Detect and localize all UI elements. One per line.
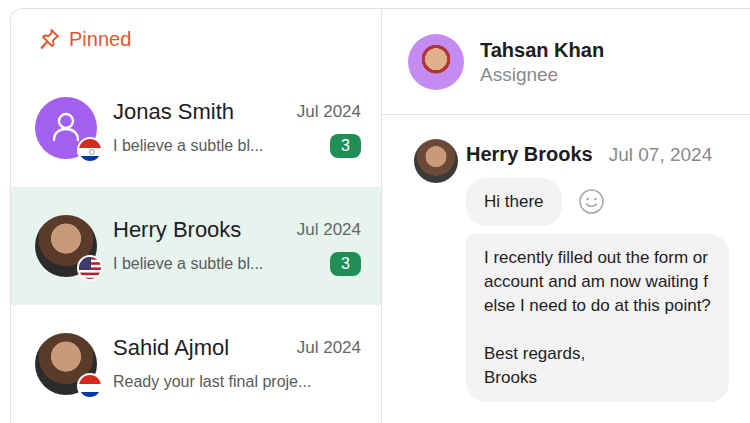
flag-icon — [77, 137, 103, 163]
message-preview: Ready your last final proje... — [113, 370, 311, 394]
message-line: Brooks — [484, 366, 711, 390]
conversation-date: Jul 2024 — [297, 217, 361, 243]
conversation-bottom: I believe a subtle bl... 3 — [113, 252, 361, 276]
unread-badge: 3 — [330, 252, 361, 276]
message-line: Hi there — [484, 189, 544, 215]
flag-icon — [77, 373, 103, 399]
chat-panel: Tahsan KhanAssignee Herry Brooks Jul 07, 2… — [382, 8, 750, 423]
conversation-text: Herry Brooks Jul 2024 I believe a subtle b… — [113, 216, 361, 276]
message-header: Herry Brooks Jul 07, 2024 — [466, 139, 729, 170]
message-preview: I believe a subtle bl... — [113, 134, 263, 158]
conversation-date: Jul 2024 — [297, 335, 361, 361]
author-name: Herry Brooks — [466, 139, 593, 169]
message-line: account and am now waiting f — [484, 270, 711, 294]
message-preview: I believe a subtle bl... — [113, 252, 263, 276]
conversation-list: Pinned Jonas Smith Jul 2024 I believe a sub… — [10, 8, 382, 423]
message-bubble: I recently filled out the form oraccount… — [466, 234, 729, 402]
contact-name: Sahid Ajmol — [113, 334, 229, 362]
contact-name: Herry Brooks — [113, 216, 241, 244]
message-line — [484, 318, 711, 342]
emoji-icon[interactable] — [578, 188, 605, 215]
message-line: Best regards, — [484, 342, 711, 366]
conversation-top: Sahid Ajmol Jul 2024 — [113, 334, 361, 362]
assignee-header: Tahsan KhanAssignee — [382, 9, 750, 115]
message-line: I recently filled out the form or — [484, 246, 711, 270]
bubble-row: I recently filled out the form oraccount… — [466, 234, 729, 402]
message-line: else I need to do at this point? — [484, 294, 711, 318]
conversation-bottom: Ready your last final proje... — [113, 370, 361, 394]
avatar — [35, 333, 97, 395]
assignee-role: Assignee — [480, 63, 604, 87]
avatar — [35, 215, 97, 277]
conversation-bottom: I believe a subtle bl... 3 — [113, 134, 361, 158]
conversation-item[interactable]: Herry Brooks Jul 2024 I believe a subtle b… — [11, 187, 381, 305]
conversation-date: Jul 2024 — [297, 99, 361, 125]
conversation-top: Jonas Smith Jul 2024 — [113, 98, 361, 126]
pinned-label: Pinned — [69, 24, 131, 54]
contact-name: Jonas Smith — [113, 98, 234, 126]
unread-badge: 3 — [330, 134, 361, 158]
pinned-header: Pinned — [11, 9, 381, 69]
message-area: Herry Brooks Jul 07, 2024 Hi there I recent… — [382, 115, 750, 402]
conversation-text: Jonas Smith Jul 2024 I believe a subtle bl… — [113, 98, 361, 158]
conversation-item[interactable]: Jonas Smith Jul 2024 I believe a subtle bl… — [11, 69, 381, 187]
conversation-text: Sahid Ajmol Jul 2024 Ready your last final… — [113, 334, 361, 394]
author-avatar — [414, 139, 458, 183]
assignee-avatar — [408, 34, 464, 90]
bubble-row: Hi there — [466, 178, 729, 226]
message-date: Jul 07, 2024 — [609, 141, 713, 170]
pin-icon — [37, 27, 61, 51]
message: Herry Brooks Jul 07, 2024 Hi there I recent… — [414, 139, 750, 402]
conversation-item[interactable]: Sahid Ajmol Jul 2024 Ready your last final… — [11, 305, 381, 423]
conversation-top: Herry Brooks Jul 2024 — [113, 216, 361, 244]
message-body: Herry Brooks Jul 07, 2024 Hi there I recent… — [466, 139, 729, 402]
assignee-name[interactable]: Tahsan Khan — [480, 37, 604, 63]
avatar — [35, 97, 97, 159]
assignee-info: Tahsan KhanAssignee — [480, 37, 604, 87]
flag-icon — [77, 255, 103, 281]
message-bubble: Hi there — [466, 178, 562, 226]
